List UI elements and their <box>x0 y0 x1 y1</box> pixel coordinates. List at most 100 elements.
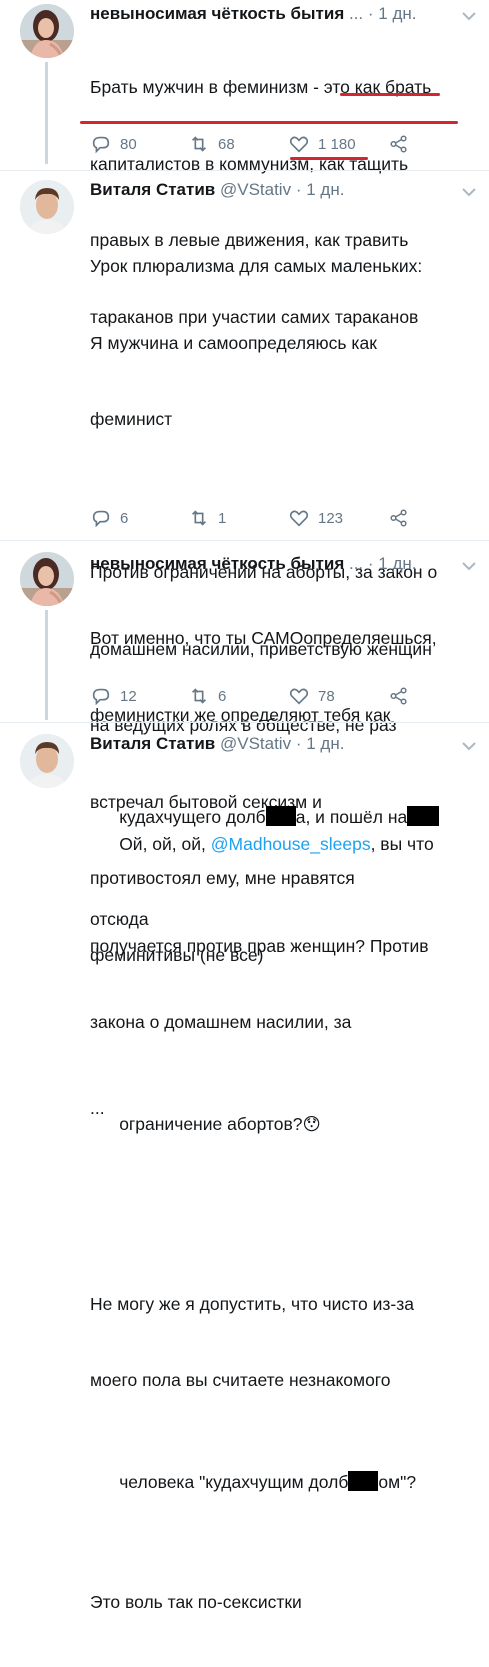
share-button[interactable] <box>388 684 410 708</box>
share-icon <box>390 687 407 705</box>
retweet-count: 1 <box>218 509 227 527</box>
chevron-down-icon[interactable] <box>461 10 477 22</box>
avatar[interactable] <box>20 734 74 788</box>
avatar-man-icon <box>20 734 74 788</box>
tweet-text: Ой, ой, ой, @Madhouse_sleeps, вы что пол… <box>90 755 482 1667</box>
timestamp[interactable]: 1 дн. <box>306 180 344 199</box>
text-segment: , вы что <box>370 833 434 854</box>
reply-count: 12 <box>120 687 137 705</box>
like-count: 78 <box>318 687 335 705</box>
reply-count: 6 <box>120 509 129 527</box>
astonished-face-emoji: 😯 <box>302 1115 321 1135</box>
retweet-icon <box>191 510 207 526</box>
handle-ellipsis: ... <box>348 554 364 573</box>
dot-separator: · <box>295 180 302 199</box>
redaction-box <box>348 1471 379 1491</box>
tweet-actions: 80 68 1 180 <box>90 132 480 156</box>
tweet-header: Виталя Статив @VStativ · 1 дн. <box>90 732 477 756</box>
thread-line <box>45 610 48 720</box>
divider <box>0 722 489 723</box>
tweet-actions: 12 6 78 <box>90 684 480 708</box>
like-icon <box>289 688 309 705</box>
retweet-button[interactable]: 1 <box>188 506 226 530</box>
text-line: Урок плюрализма для самых маленьких: <box>90 256 423 276</box>
text-segment: ограничение абортов? <box>119 1114 303 1134</box>
text-line: ограничение абортов?😯 <box>90 1087 482 1165</box>
timestamp[interactable]: 1 дн. <box>378 4 416 23</box>
reply-icon <box>92 510 110 528</box>
handle-ellipsis: ... <box>348 4 364 23</box>
avatar-girl-icon <box>20 552 74 606</box>
avatar[interactable] <box>20 552 74 606</box>
reply-icon <box>92 136 110 154</box>
red-underline <box>290 157 368 160</box>
red-underline <box>340 93 440 96</box>
like-icon <box>289 136 309 153</box>
divider <box>0 540 489 541</box>
text-line: Это воль так по-сексистки <box>90 1592 302 1612</box>
avatar[interactable] <box>20 180 74 234</box>
text-segment: Ой, ой, ой, <box>119 833 211 854</box>
text-segment: человека "кудахчущим долб <box>119 1472 349 1492</box>
text-line: человека "кудахчущим долб ом"? <box>90 1445 482 1522</box>
timestamp[interactable]: 1 дн. <box>306 734 344 753</box>
tweet-header: невыносимая чёткость бытия ... · 1 дн. <box>90 552 477 576</box>
like-count: 123 <box>318 509 344 527</box>
tweet-header: невыносимая чёткость бытия ... · 1 дн. <box>90 2 477 26</box>
dot-separator: · <box>367 554 374 573</box>
like-button[interactable]: 123 <box>288 506 343 530</box>
like-button[interactable]: 78 <box>288 684 335 708</box>
tweet-1[interactable]: невыносимая чёткость бытия ... · 1 дн. Б… <box>0 0 489 327</box>
text-line: моего пола вы считаете незнакомого <box>90 1370 391 1390</box>
divider <box>0 170 489 171</box>
reply-count: 80 <box>120 135 137 153</box>
avatar-girl-icon <box>20 4 74 58</box>
share-button[interactable] <box>388 506 410 530</box>
tweet-3[interactable]: невыносимая чёткость бытия ... · 1 дн. В… <box>0 550 489 929</box>
share-button[interactable] <box>388 132 410 156</box>
reply-button[interactable]: 12 <box>90 684 137 708</box>
display-name[interactable]: Виталя Статив <box>90 180 215 199</box>
tweet-2[interactable]: Виталя Статив @VStativ · 1 дн. Урок плюр… <box>0 176 489 1118</box>
share-icon <box>390 509 407 527</box>
text-line: Я мужчина и самоопределяюсь как <box>90 332 377 353</box>
retweet-icon <box>191 136 207 152</box>
retweet-icon <box>191 688 207 704</box>
reply-icon <box>92 688 110 706</box>
text-line: Брать мужчин в феминизм - это как брать <box>90 77 432 97</box>
display-name[interactable]: Виталя Статив <box>90 734 215 753</box>
reply-button[interactable]: 6 <box>90 506 128 530</box>
share-icon <box>390 135 407 153</box>
text-line: Ой, ой, ой, @Madhouse_sleeps, вы что <box>90 806 482 883</box>
dot-separator: · <box>367 4 374 23</box>
dot-separator: · <box>295 734 302 753</box>
handle[interactable]: @VStativ <box>220 734 291 753</box>
timestamp[interactable]: 1 дн. <box>378 554 416 573</box>
chevron-down-icon[interactable] <box>461 186 477 198</box>
text-segment: ом"? <box>378 1472 417 1492</box>
like-count: 1 180 <box>318 135 356 153</box>
text-line: Вот именно, что ты САМОопределяешься, <box>90 628 437 648</box>
chevron-down-icon[interactable] <box>461 560 477 572</box>
text-line: Не могу же я допустить, что чисто из-за <box>90 1293 414 1314</box>
text-line: феминист <box>90 409 173 429</box>
avatar-man-icon <box>20 180 74 234</box>
like-button[interactable]: 1 180 <box>288 132 356 156</box>
red-underline <box>80 121 458 124</box>
handle[interactable]: @VStativ <box>220 180 291 199</box>
reply-button[interactable]: 80 <box>90 132 137 156</box>
chevron-down-icon[interactable] <box>461 740 477 752</box>
display-name[interactable]: невыносимая чёткость бытия <box>90 554 344 573</box>
mention-link[interactable]: @Madhouse_sleeps <box>211 834 371 854</box>
tweet-header: Виталя Статив @VStativ · 1 дн. <box>90 178 477 202</box>
like-icon <box>289 510 309 527</box>
thread-line <box>45 62 48 164</box>
retweet-button[interactable]: 6 <box>188 684 226 708</box>
avatar[interactable] <box>20 4 74 58</box>
retweet-button[interactable]: 68 <box>188 132 235 156</box>
retweet-count: 68 <box>218 135 235 153</box>
display-name[interactable]: невыносимая чёткость бытия <box>90 4 344 23</box>
tweet-4[interactable]: Виталя Статив @VStativ · 1 дн. Ой, ой, о… <box>0 730 489 1612</box>
text-line: получается против прав женщин? Против <box>90 935 429 956</box>
